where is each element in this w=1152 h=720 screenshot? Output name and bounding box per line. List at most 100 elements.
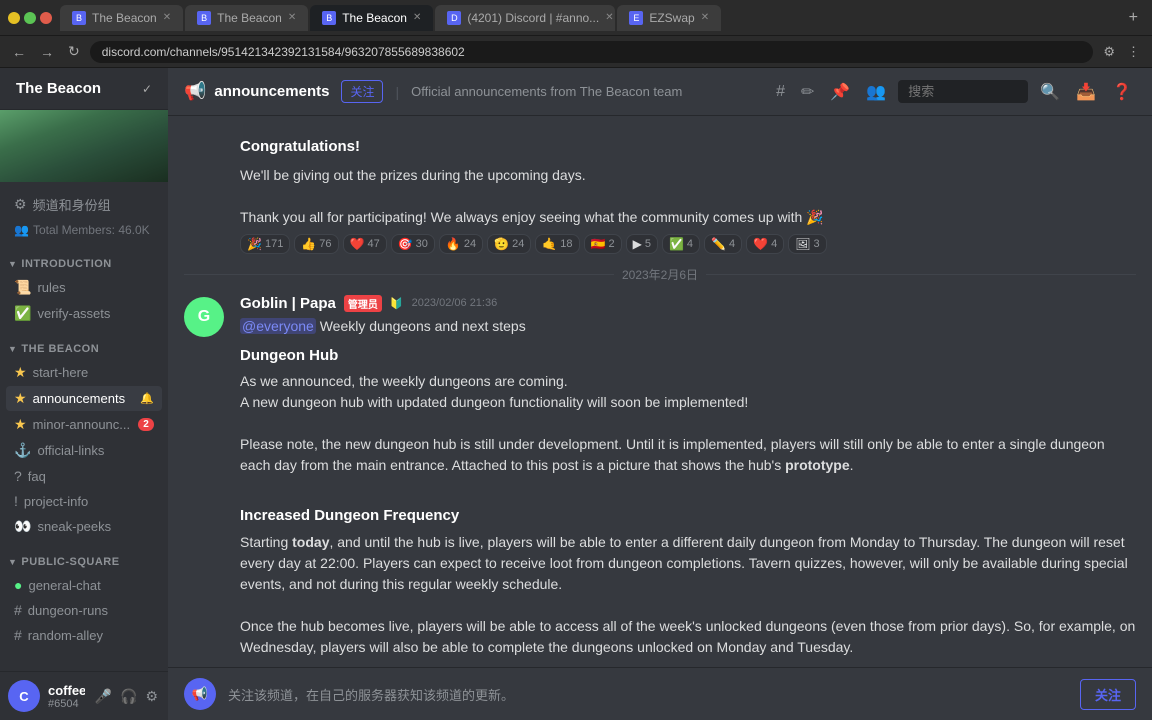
- reaction-count-5: 5: [645, 238, 651, 250]
- reaction-18[interactable]: 🤙18: [535, 234, 579, 254]
- tab-favicon-3: D: [447, 11, 461, 25]
- category-introduction[interactable]: ▼ INTRODUCTION: [0, 242, 168, 274]
- search-icon-button[interactable]: 🔍: [1036, 78, 1064, 106]
- channel-item-sneak-peeks[interactable]: 👀 sneak-peeks: [6, 514, 162, 539]
- browser-tab-0[interactable]: B The Beacon ✕: [60, 5, 183, 31]
- new-tab-button[interactable]: +: [1123, 9, 1144, 27]
- browser-tab-1[interactable]: B The Beacon ✕: [185, 5, 308, 31]
- browser-chrome: B The Beacon ✕ B The Beacon ✕ B The Beac…: [0, 0, 1152, 36]
- reaction-count-24a: 24: [464, 238, 476, 250]
- reaction-count-76: 76: [319, 238, 331, 250]
- category-public-square[interactable]: ▼ PUBLIC-SQUARE: [0, 540, 168, 572]
- channel-item-rules[interactable]: 📜 rules: [6, 275, 162, 300]
- reaction-47[interactable]: ❤️47: [343, 234, 387, 254]
- tab-close-1[interactable]: ✕: [288, 12, 296, 23]
- star-icon-start: ★: [14, 364, 27, 381]
- channel-name-settings: 频道和身份组: [33, 195, 154, 214]
- question-icon: ?: [14, 468, 22, 484]
- mention-everyone[interactable]: @everyone: [240, 318, 316, 334]
- reaction-76[interactable]: 👍76: [294, 234, 338, 254]
- tab-close-3[interactable]: ✕: [605, 12, 613, 23]
- channel-item-faq[interactable]: ? faq: [6, 464, 162, 488]
- channel-name-sneak-peeks: sneak-peeks: [37, 519, 154, 534]
- members-icon: 👥: [14, 223, 29, 237]
- app: The Beacon ✓ ⚙ 频道和身份组 👥 Total Members: 4…: [0, 68, 1152, 720]
- reaction-4a[interactable]: ✅4: [662, 234, 700, 254]
- maximize-button[interactable]: [24, 12, 36, 24]
- reaction-4c[interactable]: ❤️4: [746, 234, 784, 254]
- members-button[interactable]: 👥: [862, 78, 890, 106]
- category-the-beacon[interactable]: ▼ THE BEACON: [0, 327, 168, 359]
- messages-area[interactable]: Congratulations! We'll be giving out the…: [168, 116, 1152, 667]
- reaction-count-4a: 4: [687, 238, 693, 250]
- verify-icon: ✅: [14, 305, 31, 322]
- category-arrow-introduction: ▼: [8, 259, 17, 269]
- channel-header: 📢 announcements 关注 | Official announceme…: [168, 68, 1152, 116]
- channel-item-project-info[interactable]: ! project-info: [6, 489, 162, 513]
- megaphone-icon: 📢: [192, 686, 208, 702]
- forward-button[interactable]: →: [36, 42, 58, 62]
- reaction-count-24b: 24: [512, 238, 524, 250]
- extensions-button[interactable]: ⚙: [1099, 42, 1119, 62]
- channel-item-minor-announce[interactable]: ★ minor-announc... 2: [6, 412, 162, 437]
- tab-close-4[interactable]: ✕: [701, 12, 709, 23]
- browser-tab-4[interactable]: E EZSwap ✕: [617, 5, 721, 31]
- browser-tab-3[interactable]: D (4201) Discord | #anno... ✕: [435, 5, 615, 31]
- hashtag-button[interactable]: #: [772, 79, 789, 105]
- channel-item-start-here[interactable]: ★ start-here: [6, 360, 162, 385]
- minimize-button[interactable]: [8, 12, 20, 24]
- pin-button[interactable]: 📌: [826, 78, 854, 106]
- address-input[interactable]: [90, 41, 1094, 63]
- reaction-4b[interactable]: ✏️4: [704, 234, 742, 254]
- reaction-30[interactable]: 🎯30: [391, 234, 435, 254]
- para-dungeon-hub-1: As we announced, the weekly dungeons are…: [240, 371, 1136, 413]
- reaction-24a[interactable]: 🔥24: [439, 234, 483, 254]
- message-group-congrats: Congratulations! We'll be giving out the…: [168, 132, 1152, 258]
- category-label-public: PUBLIC-SQUARE: [21, 556, 119, 568]
- channel-item-verify-assets[interactable]: ✅ verify-assets: [6, 301, 162, 326]
- reaction-3[interactable]: 🖼3: [788, 234, 826, 254]
- reaction-5[interactable]: ▶5: [626, 234, 658, 254]
- user-settings-button[interactable]: ⚙: [143, 686, 160, 707]
- headphones-button[interactable]: 🎧: [118, 686, 139, 707]
- tab-close-0[interactable]: ✕: [163, 12, 171, 23]
- more-button[interactable]: ⋮: [1123, 42, 1144, 62]
- server-header[interactable]: The Beacon ✓: [0, 68, 168, 110]
- channel-item-settings[interactable]: ⚙ 频道和身份组: [6, 191, 162, 218]
- reaction-2[interactable]: 🇪🇸2: [584, 234, 622, 254]
- channel-item-dungeon-runs[interactable]: # dungeon-runs: [6, 598, 162, 622]
- channel-item-announcements[interactable]: ★ announcements 🔔: [6, 386, 162, 411]
- follow-button-header[interactable]: 关注: [341, 80, 383, 103]
- author-avatar: G: [184, 297, 224, 337]
- reaction-count-47: 47: [367, 238, 379, 250]
- close-button[interactable]: [40, 12, 52, 24]
- mention-suffix2: and next steps: [435, 318, 526, 334]
- star-icon-announcements: ★: [14, 390, 27, 407]
- reaction-171[interactable]: 🎉171: [240, 234, 290, 254]
- address-bar-row: ← → ↻ ⚙ ⋮: [0, 36, 1152, 68]
- tab-favicon-1: B: [197, 11, 211, 25]
- search-input[interactable]: [898, 80, 1028, 103]
- back-button[interactable]: ←: [8, 42, 30, 62]
- browser-tab-2[interactable]: B The Beacon ✕: [310, 5, 433, 31]
- user-name: coffee: [48, 683, 85, 698]
- microphone-button[interactable]: 🎤: [93, 686, 114, 707]
- inbox-button[interactable]: 📥: [1072, 78, 1100, 106]
- channel-name-minor-announce: minor-announc...: [33, 417, 132, 432]
- tab-favicon-0: B: [72, 11, 86, 25]
- tab-label-3: (4201) Discord | #anno...: [467, 11, 599, 25]
- reaction-emoji-24b: 🫡: [494, 237, 509, 251]
- server-banner-image: [0, 110, 168, 182]
- pencil-button[interactable]: ✏: [797, 78, 818, 106]
- refresh-button[interactable]: ↻: [64, 41, 84, 62]
- reaction-24b[interactable]: 🫡24: [487, 234, 531, 254]
- tab-close-2[interactable]: ✕: [413, 12, 421, 23]
- channel-item-official-links[interactable]: ⚓ official-links: [6, 438, 162, 463]
- tab-favicon-4: E: [629, 11, 643, 25]
- channel-item-general-chat[interactable]: ● general-chat: [6, 573, 162, 597]
- tab-label-1: The Beacon: [217, 11, 282, 25]
- bottom-follow-button[interactable]: 关注: [1080, 679, 1136, 710]
- help-button[interactable]: ❓: [1108, 78, 1136, 106]
- channel-item-random-alley[interactable]: # random-alley: [6, 623, 162, 647]
- reaction-emoji-171: 🎉: [247, 237, 262, 251]
